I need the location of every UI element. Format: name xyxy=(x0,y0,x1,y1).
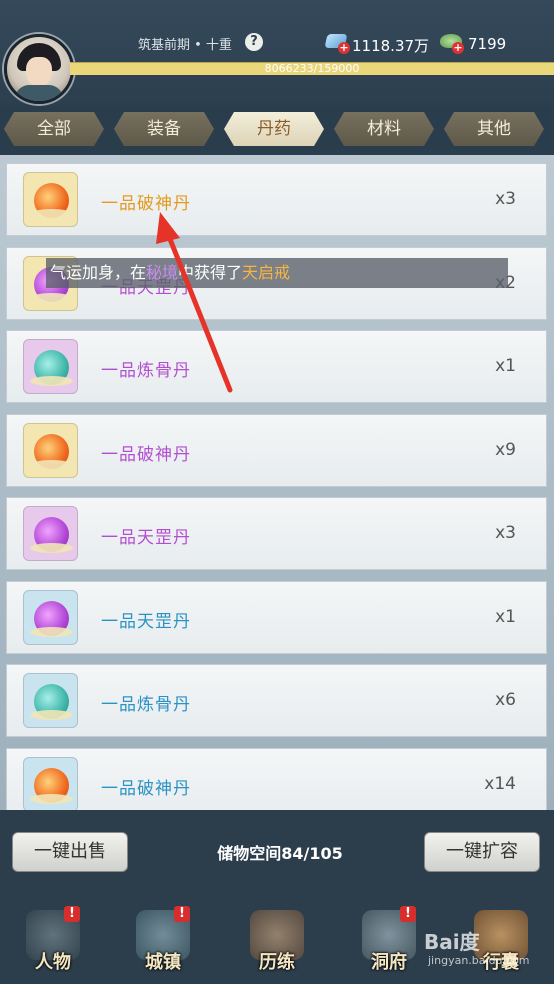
exp-bar: 8066233/159000 xyxy=(70,62,554,75)
exp-text: 8066233/159000 xyxy=(264,62,360,75)
notice-prefix: 气运加身，在 xyxy=(50,263,147,282)
loot-notification: 气运加身，在秘境中获得了天启戒 xyxy=(46,258,508,288)
orange-pill-icon xyxy=(23,172,78,227)
teal-pill-icon xyxy=(23,673,78,728)
item-name: 一品破神丹 xyxy=(101,194,191,214)
nav-town[interactable]: ! 城镇 xyxy=(118,906,208,980)
list-item[interactable]: 一品破神丹 x14 xyxy=(6,747,547,810)
notice-item: 天启戒 xyxy=(242,263,291,282)
item-quantity: x6 xyxy=(495,690,516,710)
item-name: 一品破神丹 xyxy=(101,778,191,799)
item-quantity: x1 xyxy=(495,356,516,376)
category-tabs: 全部 装备 丹药 材料 其他 xyxy=(0,112,554,148)
notice-middle: 中获得了 xyxy=(178,263,243,282)
nav-character[interactable]: ! 人物 xyxy=(8,906,98,980)
list-item[interactable]: 一品炼骨丹 x1 xyxy=(6,330,547,403)
tab-materials[interactable]: 材料 xyxy=(334,112,434,146)
item-quantity: x1 xyxy=(495,606,516,627)
tab-equipment[interactable]: 装备 xyxy=(114,112,214,146)
jade-count: 7199 xyxy=(468,35,507,53)
orange-pill-icon xyxy=(23,422,78,478)
cave-alert-badge: ! xyxy=(400,906,416,922)
list-item[interactable]: 一品天罡丹 x1 xyxy=(6,580,547,654)
item-name: 一品天罡丹 xyxy=(101,611,191,632)
item-quantity: x3 xyxy=(495,523,516,543)
nav-cave[interactable]: ! 洞府 xyxy=(344,906,434,980)
inventory-list[interactable]: 一品破神丹x3一品天罡丹x2一品炼骨丹x1一品破神丹x9一品天罡丹x3一品天罡丹… xyxy=(0,155,554,810)
nav-label: 历练 xyxy=(259,952,295,973)
help-icon[interactable]: ? xyxy=(245,33,263,51)
nav-training[interactable]: 历练 xyxy=(232,906,322,980)
item-quantity: x9 xyxy=(495,439,516,460)
spirit-stone-icon[interactable]: + xyxy=(324,34,350,54)
cultivation-realm: 筑基前期 • 十重 xyxy=(138,38,232,53)
add-stone-icon[interactable]: + xyxy=(338,42,350,54)
baidu-watermark: Bai度 jingyan.baidu.com xyxy=(424,908,554,984)
teal-pill-icon xyxy=(23,339,78,394)
orange-pill-icon xyxy=(23,756,78,810)
nav-label: 城镇 xyxy=(145,952,181,973)
list-item[interactable]: 一品炼骨丹 x6 xyxy=(6,664,547,737)
character-alert-badge: ! xyxy=(64,906,80,922)
jade-icon[interactable]: + xyxy=(440,34,464,54)
expand-storage-button[interactable]: 一键扩容 xyxy=(424,832,540,872)
tab-other[interactable]: 其他 xyxy=(444,112,544,146)
spirit-stone-count: 1118.37万 xyxy=(352,37,430,55)
item-name: 一品炼骨丹 xyxy=(101,695,191,715)
tab-all[interactable]: 全部 xyxy=(4,112,104,146)
item-name: 一品破神丹 xyxy=(101,444,191,465)
list-item[interactable]: 一品破神丹 x9 xyxy=(6,413,547,487)
storage-capacity: 储物空间84/105 xyxy=(217,844,343,863)
purple-pill-icon xyxy=(23,506,78,561)
player-avatar[interactable] xyxy=(4,34,74,104)
watermark-url: jingyan.baidu.com xyxy=(428,954,530,967)
purple-pill-icon xyxy=(23,589,78,645)
add-jade-icon[interactable]: + xyxy=(452,42,464,54)
item-name: 一品炼骨丹 xyxy=(101,361,191,381)
item-quantity: x14 xyxy=(484,773,516,794)
item-name: 一品天罡丹 xyxy=(101,528,191,548)
nav-label: 洞府 xyxy=(371,952,407,973)
watermark-logo: Bai度 xyxy=(424,930,480,954)
nav-label: 人物 xyxy=(35,952,71,973)
list-item[interactable]: 一品破神丹 x3 xyxy=(6,163,547,236)
tab-pills[interactable]: 丹药 xyxy=(224,112,324,146)
list-item[interactable]: 一品天罡丹 x3 xyxy=(6,497,547,570)
sell-all-button[interactable]: 一键出售 xyxy=(12,832,128,872)
item-quantity: x3 xyxy=(495,189,516,209)
town-alert-badge: ! xyxy=(174,906,190,922)
notice-place: 秘境 xyxy=(146,263,179,282)
top-status-bar: 筑基前期 • 十重 ? + 1118.37万 + 7199 8066233/15… xyxy=(0,0,554,105)
